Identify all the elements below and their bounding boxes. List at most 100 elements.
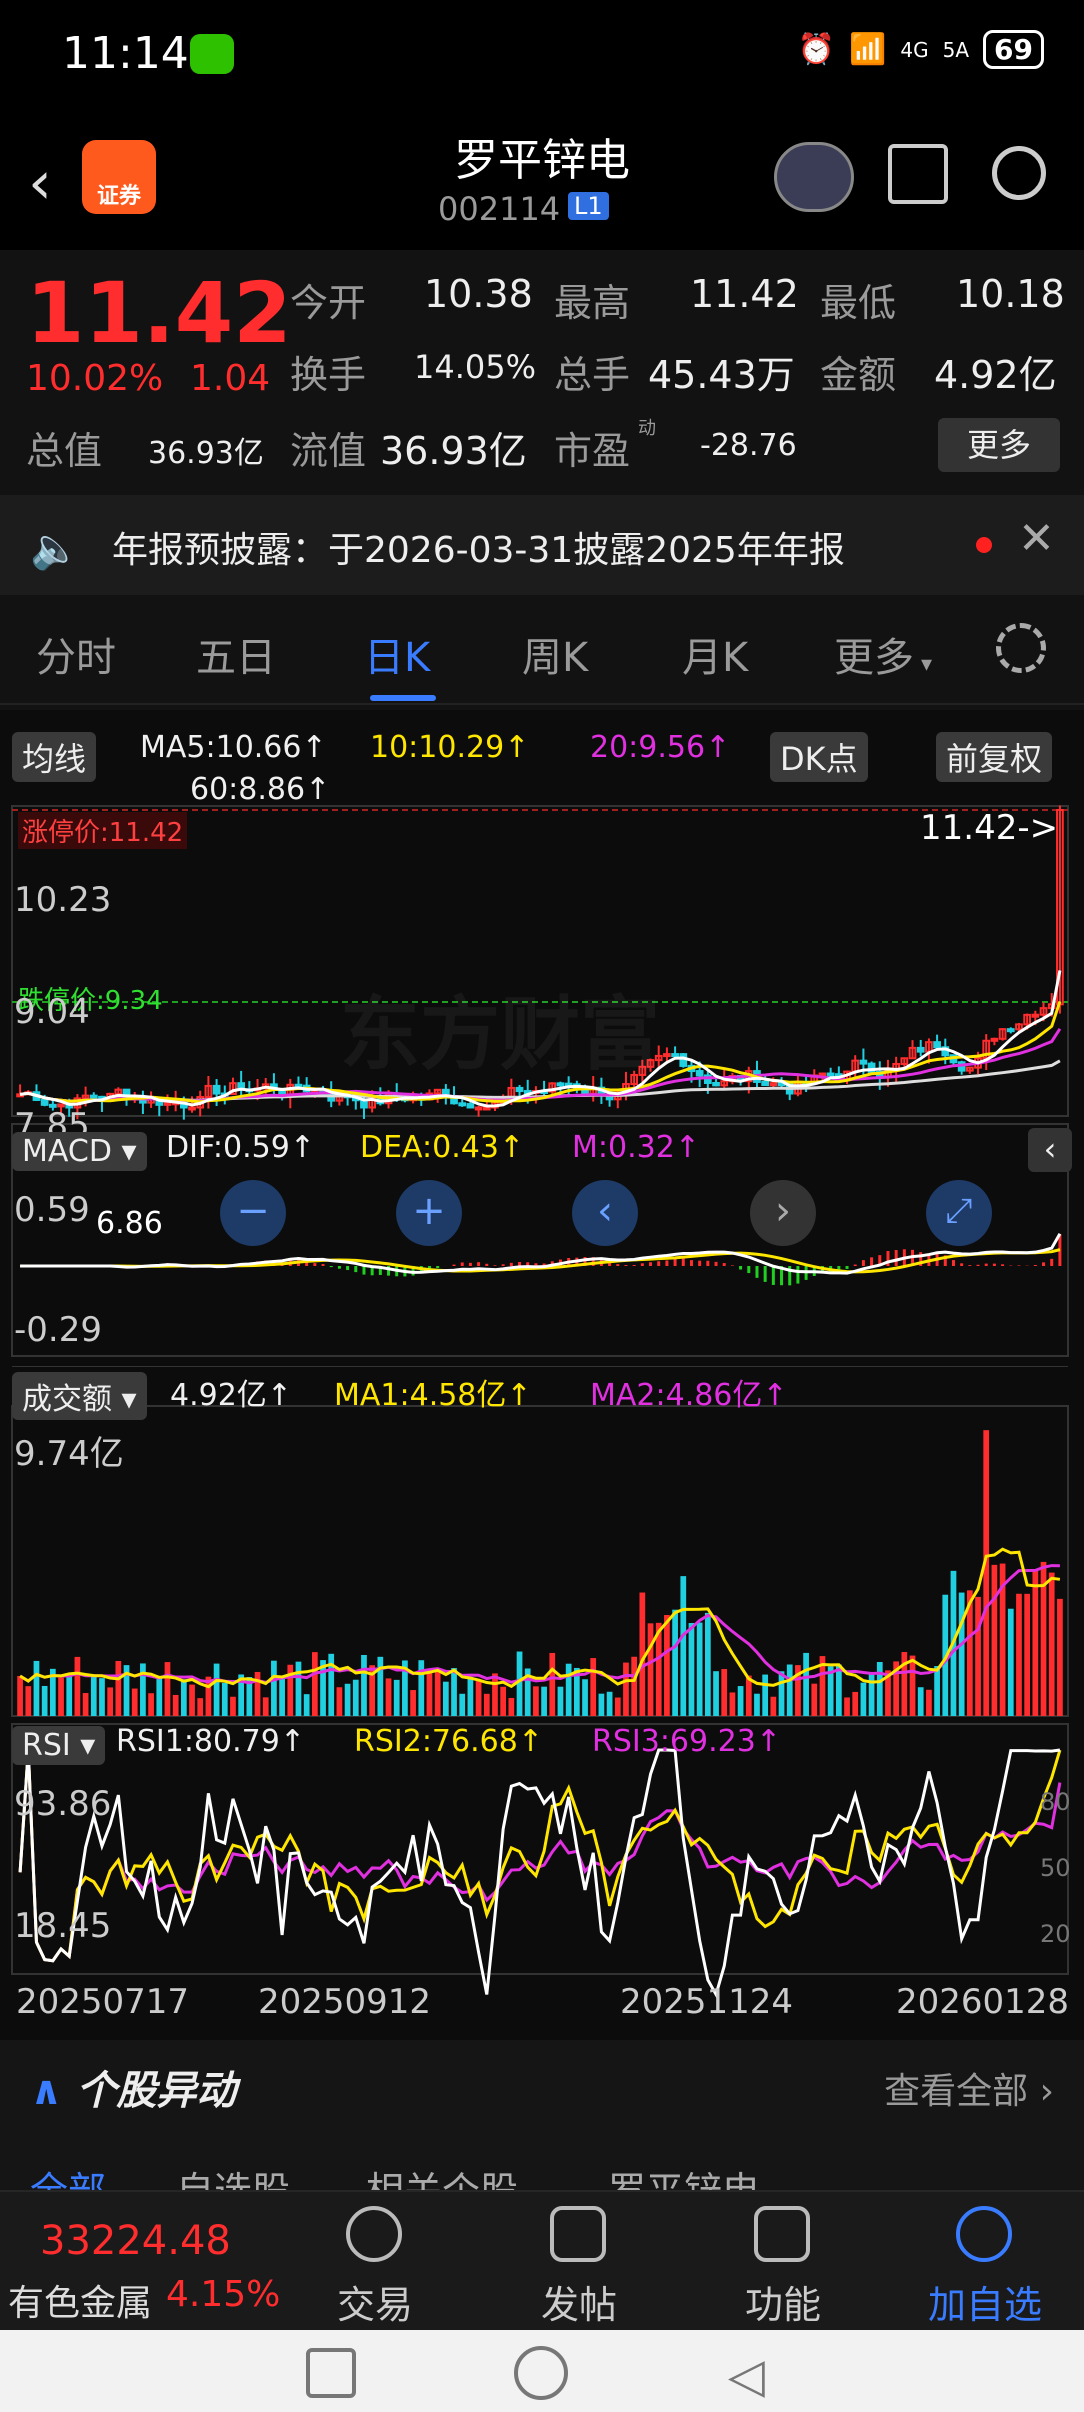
- recents-icon[interactable]: [306, 2348, 356, 2398]
- view-all-link[interactable]: 查看全部 ›: [884, 2062, 1054, 2114]
- stock-anomaly-header[interactable]: ∧ 个股异动 查看全部 ›: [0, 2040, 1084, 2130]
- scroll-left-button[interactable]: ‹: [572, 1180, 638, 1246]
- zoom-out-button[interactable]: −: [220, 1180, 286, 1246]
- rsi-indicator-select[interactable]: RSI ▾: [12, 1726, 106, 1765]
- candle-body: [466, 1103, 475, 1109]
- tab-more[interactable]: 更多 ▾: [834, 625, 932, 683]
- kline-chart-area[interactable]: 均线 MA5:10.66↑ 10:10.29↑ 20:9.56↑ 60:8.86…: [0, 710, 1084, 2040]
- tab-five-day[interactable]: 五日: [196, 625, 276, 683]
- trade-button[interactable]: 交易: [310, 2274, 440, 2329]
- volume-bar: [623, 1662, 629, 1716]
- post-button[interactable]: 发帖: [514, 2274, 644, 2329]
- subtab-all[interactable]: 全部: [30, 2160, 106, 2190]
- tab-daily-k[interactable]: 日K: [364, 625, 430, 683]
- function-icon[interactable]: [754, 2206, 810, 2262]
- collapse-panel-button[interactable]: ‹: [1028, 1128, 1072, 1172]
- volume-bar: [262, 1697, 269, 1716]
- search-icon[interactable]: [992, 146, 1046, 200]
- tab-monthly-k[interactable]: 月K: [682, 625, 748, 683]
- volume-bar: [721, 1669, 728, 1716]
- chart-svg: [11, 805, 1069, 1999]
- macd-indicator-select[interactable]: MACD ▾: [12, 1132, 147, 1171]
- quote-panel: 11.42 10.02% 1.04 今开 10.38 最高 11.42 最低 1…: [0, 250, 1084, 495]
- subtab-stock[interactable]: 罗平锌电: [608, 2160, 760, 2190]
- volume-bar: [958, 1592, 965, 1716]
- sector-index-value[interactable]: 33224.48: [40, 2218, 231, 2264]
- sector-name[interactable]: 有色金属: [8, 2274, 152, 2326]
- volume-bar: [483, 1693, 490, 1716]
- volume-bar: [180, 1679, 187, 1716]
- rsi2-line: [18, 1749, 1062, 1963]
- stock-header: ‹ 证券 罗平锌电 002114 L1: [0, 110, 1084, 250]
- volume-bar: [664, 1614, 670, 1716]
- volume-bar: [917, 1687, 924, 1716]
- candle-body: [859, 1059, 868, 1065]
- macd-m: M:0.32↑: [572, 1130, 700, 1165]
- date-label-1: 20250717: [16, 1982, 190, 2022]
- level-badge[interactable]: L1: [568, 192, 609, 220]
- add-watchlist-button[interactable]: 加自选: [920, 2274, 1050, 2329]
- volume-bar: [295, 1661, 302, 1716]
- share-icon[interactable]: [888, 144, 948, 204]
- volume-bar: [66, 1676, 73, 1716]
- fullscreen-icon[interactable]: ⤢: [926, 1180, 992, 1246]
- volume-bar: [197, 1698, 204, 1716]
- volume-ma1: MA1:4.58亿↑: [334, 1378, 532, 1413]
- tab-intraday[interactable]: 分时: [36, 625, 116, 683]
- subtab-related[interactable]: 相关个股: [366, 2160, 518, 2190]
- notice-bar[interactable]: 🔈 年报预披露：于2026-03-31披露2025年年报 ✕: [0, 495, 1084, 595]
- volume-bar: [271, 1660, 277, 1716]
- volume-bar: [582, 1679, 588, 1716]
- battery-icon: 69: [983, 30, 1044, 69]
- more-quote-button[interactable]: 更多: [938, 418, 1060, 472]
- home-icon[interactable]: [514, 2346, 568, 2400]
- amount-value: 4.92亿: [934, 353, 1057, 397]
- volume-bar: [975, 1596, 981, 1716]
- zoom-in-button[interactable]: +: [396, 1180, 462, 1246]
- candle-body: [515, 1086, 524, 1093]
- rsi-right-80: 80: [1040, 1788, 1071, 1816]
- low-label: 最低: [820, 281, 897, 325]
- volume-y-top: 9.74亿: [14, 1434, 124, 1474]
- tab-weekly-k[interactable]: 周K: [522, 625, 588, 683]
- volume-bar: [770, 1696, 777, 1716]
- volume-bar: [459, 1693, 466, 1716]
- volume-bar: [451, 1668, 457, 1716]
- subtab-watchlist[interactable]: 自选股: [176, 2160, 290, 2190]
- notice-text[interactable]: 年报预披露：于2026-03-31披露2025年年报: [112, 521, 845, 573]
- float-cap-value: 36.93亿: [380, 429, 527, 473]
- speaker-icon: 🔈: [30, 526, 80, 572]
- market-cap-label: 总值: [26, 429, 103, 473]
- volume-bar: [926, 1689, 932, 1716]
- low-price-pointer: 6.86: [96, 1206, 163, 1241]
- back-icon[interactable]: ◁: [728, 2348, 765, 2404]
- macd-bars: [20, 1232, 1062, 1286]
- bottom-action-bar: 33224.48 有色金属 4.15% 交易 发帖 功能 加自选: [0, 2190, 1084, 2330]
- volume-bar: [426, 1670, 433, 1716]
- rsi-right-20: 20: [1040, 1920, 1071, 1948]
- volume-bar: [361, 1654, 367, 1716]
- volume-indicator-select[interactable]: 成交额 ▾: [12, 1372, 147, 1420]
- stock-code: 002114: [438, 190, 561, 228]
- post-icon[interactable]: [550, 2206, 606, 2262]
- gear-icon[interactable]: [996, 623, 1046, 673]
- close-icon[interactable]: ✕: [1018, 513, 1055, 564]
- volume-bar: [90, 1674, 97, 1716]
- rsi2-label: RSI2:76.68↑: [354, 1724, 543, 1759]
- sector-change[interactable]: 4.15%: [166, 2274, 280, 2315]
- volume-bar: [1024, 1593, 1031, 1716]
- trade-icon[interactable]: [346, 2206, 402, 2262]
- active-tab-indicator: [370, 695, 436, 701]
- volume-value: 4.92亿↑: [170, 1378, 292, 1413]
- volume-bar: [1016, 1593, 1022, 1716]
- volume-bar: [33, 1660, 40, 1716]
- candle-body: [1031, 1013, 1040, 1018]
- add-watchlist-icon[interactable]: [956, 2206, 1012, 2262]
- volume-bar: [41, 1685, 48, 1716]
- robot-assistant-icon[interactable]: [774, 142, 854, 212]
- scroll-right-button[interactable]: ›: [750, 1180, 816, 1246]
- volume-bar: [909, 1655, 916, 1716]
- turnover-value: 14.05%: [414, 348, 537, 386]
- function-button[interactable]: 功能: [718, 2274, 848, 2329]
- pe-dynamic-mark: 动: [638, 418, 656, 439]
